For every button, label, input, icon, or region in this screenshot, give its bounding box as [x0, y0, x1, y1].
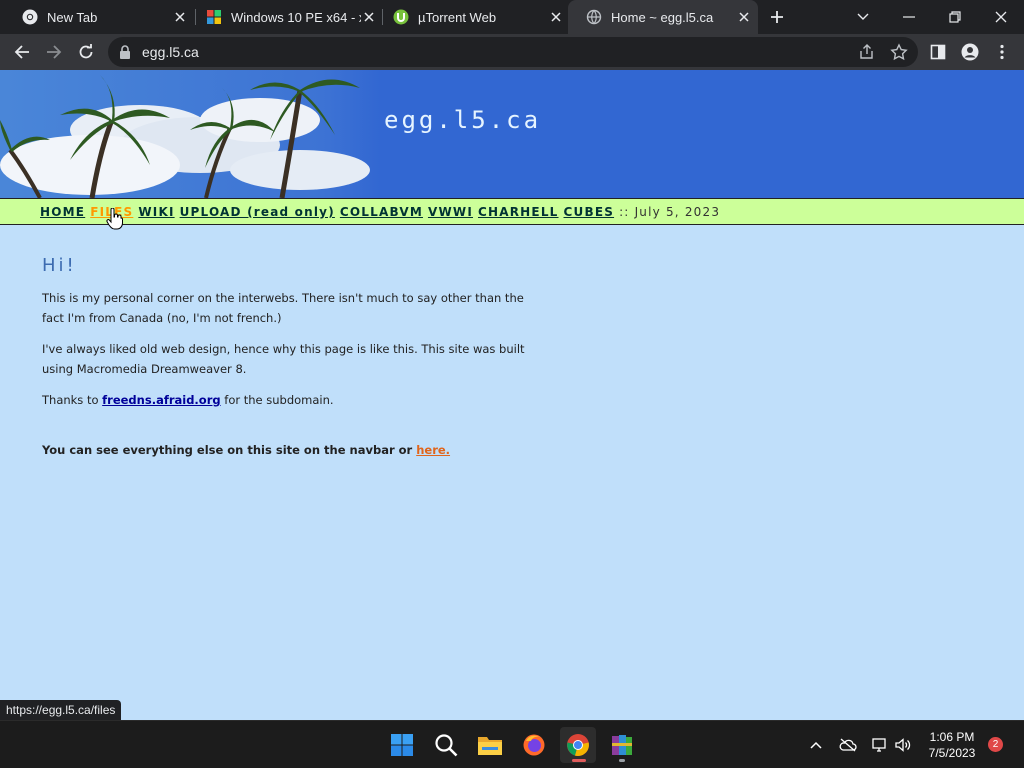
onedrive-tray-button[interactable]: [838, 735, 858, 755]
nav-link-collabvm[interactable]: COLLABVM: [340, 205, 423, 219]
nav-date: :: July 5, 2023: [619, 205, 721, 219]
side-panel-button[interactable]: [924, 38, 952, 66]
clock-date: 7/5/2023: [928, 746, 976, 760]
windows-color-icon: [207, 10, 221, 24]
globe-icon: [586, 9, 602, 25]
network-icon: [872, 738, 886, 752]
site-title: egg.l5.ca: [384, 106, 542, 134]
browser-toolbar: egg.l5.ca: [0, 34, 1024, 70]
chevron-up-icon: [810, 741, 822, 749]
navbar-hint-paragraph: You can see everything else on this site…: [42, 440, 542, 460]
forward-button[interactable]: [40, 38, 68, 66]
clock-time: 1:06 PM: [929, 730, 975, 744]
restore-icon: [949, 11, 961, 23]
minimize-icon: [903, 16, 915, 18]
main-content: Hi! This is my personal corner on the in…: [42, 256, 542, 471]
tray-overflow-button[interactable]: [806, 735, 826, 755]
site-navbar: HOMEFILESWIKIUPLOAD (read only)COLLABVMV…: [0, 198, 1024, 225]
nav-link-wiki[interactable]: WIKI: [138, 205, 174, 219]
tab-title: Windows 10 PE x64 - x: [231, 9, 361, 25]
search-icon: [435, 734, 458, 757]
thanks-text-end: for the subdomain.: [220, 393, 334, 407]
reload-button[interactable]: [72, 38, 100, 66]
menu-button[interactable]: [988, 38, 1016, 66]
nav-link-home[interactable]: HOME: [40, 205, 85, 219]
nav-link-vwwi[interactable]: VWWI: [428, 205, 473, 219]
web-page: egg.l5.ca HOMEFILESWIKIUPLOAD (read only…: [0, 70, 1024, 720]
chrome-icon: [22, 9, 38, 25]
taskbar-firefox[interactable]: [516, 727, 552, 763]
intro-paragraph: This is my personal corner on the interw…: [42, 291, 524, 325]
tab-close-icon[interactable]: [548, 9, 564, 25]
address-text[interactable]: egg.l5.ca: [142, 44, 199, 60]
minimize-button[interactable]: [886, 0, 932, 34]
tab-new-tab[interactable]: New Tab: [4, 0, 194, 34]
plus-icon: [771, 11, 783, 23]
chrome-icon: [567, 734, 589, 756]
navbar-hint-text: You can see everything else on this site…: [42, 443, 417, 457]
share-icon[interactable]: [858, 43, 876, 61]
nav-link-charhell[interactable]: CHARHELL: [478, 205, 559, 219]
link-status-bar: https://egg.l5.ca/files: [0, 700, 122, 720]
address-bar[interactable]: egg.l5.ca: [108, 37, 918, 67]
close-window-button[interactable]: [978, 0, 1024, 34]
arrow-left-icon: [14, 45, 29, 59]
palm-trees-image: [0, 70, 380, 198]
design-paragraph: I've always liked old web design, hence …: [42, 342, 525, 376]
volume-icon: [895, 738, 911, 752]
lock-icon[interactable]: [118, 44, 132, 60]
close-icon: [995, 11, 1007, 23]
utorrent-icon: [393, 9, 409, 25]
nav-link-cubes[interactable]: CUBES: [564, 205, 615, 219]
tab-close-icon[interactable]: [736, 9, 752, 25]
tab-strip: New Tab Windows 10 PE x64 - x µTorrent W…: [0, 0, 1024, 34]
chevron-down-icon: [857, 13, 869, 20]
thanks-paragraph: Thanks to freedns.afraid.org for the sub…: [42, 390, 542, 410]
system-clock[interactable]: 1:06 PM 7/5/2023: [920, 729, 984, 761]
tab-title: New Tab: [47, 9, 98, 25]
reload-icon: [79, 44, 93, 59]
start-button[interactable]: [384, 727, 420, 763]
hand-cursor-icon: [106, 208, 123, 230]
tab-close-icon[interactable]: [172, 9, 188, 25]
open-app-indicator: [619, 759, 625, 762]
page-heading: Hi!: [42, 255, 77, 276]
side-panel-icon: [930, 44, 946, 60]
cloud-off-icon: [839, 738, 857, 752]
taskbar-winrar[interactable]: [604, 727, 640, 763]
avatar-icon: [961, 43, 979, 61]
firefox-icon: [523, 734, 545, 756]
taskbar-file-explorer[interactable]: [472, 727, 508, 763]
freedns-link[interactable]: freedns.afraid.org: [102, 393, 220, 407]
network-tray-button[interactable]: [870, 735, 890, 755]
taskbar-chrome[interactable]: [560, 727, 596, 763]
nav-link-upload[interactable]: UPLOAD (read only): [180, 205, 335, 219]
nav-links: HOMEFILESWIKIUPLOAD (read only)COLLABVMV…: [40, 205, 720, 219]
bookmark-star-icon[interactable]: [890, 43, 908, 61]
winrar-icon: [612, 735, 632, 755]
file-explorer-icon: [478, 737, 502, 755]
active-app-indicator: [572, 759, 586, 762]
here-link[interactable]: here.: [416, 443, 450, 457]
restore-button[interactable]: [932, 0, 978, 34]
taskbar-search-button[interactable]: [428, 727, 464, 763]
tab-search-button[interactable]: [840, 0, 886, 34]
tab-home-egg[interactable]: Home ~ egg.l5.ca: [568, 0, 758, 34]
thanks-text: Thanks to: [42, 393, 103, 407]
profile-button[interactable]: [956, 38, 984, 66]
tab-title: Home ~ egg.l5.ca: [611, 9, 714, 25]
tab-title: µTorrent Web: [418, 9, 497, 25]
tab-windows-pe[interactable]: Windows 10 PE x64 - x: [188, 0, 383, 34]
notification-badge[interactable]: 2: [988, 737, 1003, 752]
start-icon: [391, 734, 413, 756]
windows-taskbar: 1:06 PM 7/5/2023 2: [0, 720, 1024, 768]
kebab-menu-icon: [1000, 44, 1004, 60]
back-button[interactable]: [8, 38, 36, 66]
site-banner: egg.l5.ca: [0, 70, 1024, 198]
new-tab-button[interactable]: [765, 5, 789, 29]
volume-tray-button[interactable]: [893, 735, 913, 755]
arrow-right-icon: [47, 45, 62, 59]
tab-utorrent[interactable]: µTorrent Web: [375, 0, 570, 34]
